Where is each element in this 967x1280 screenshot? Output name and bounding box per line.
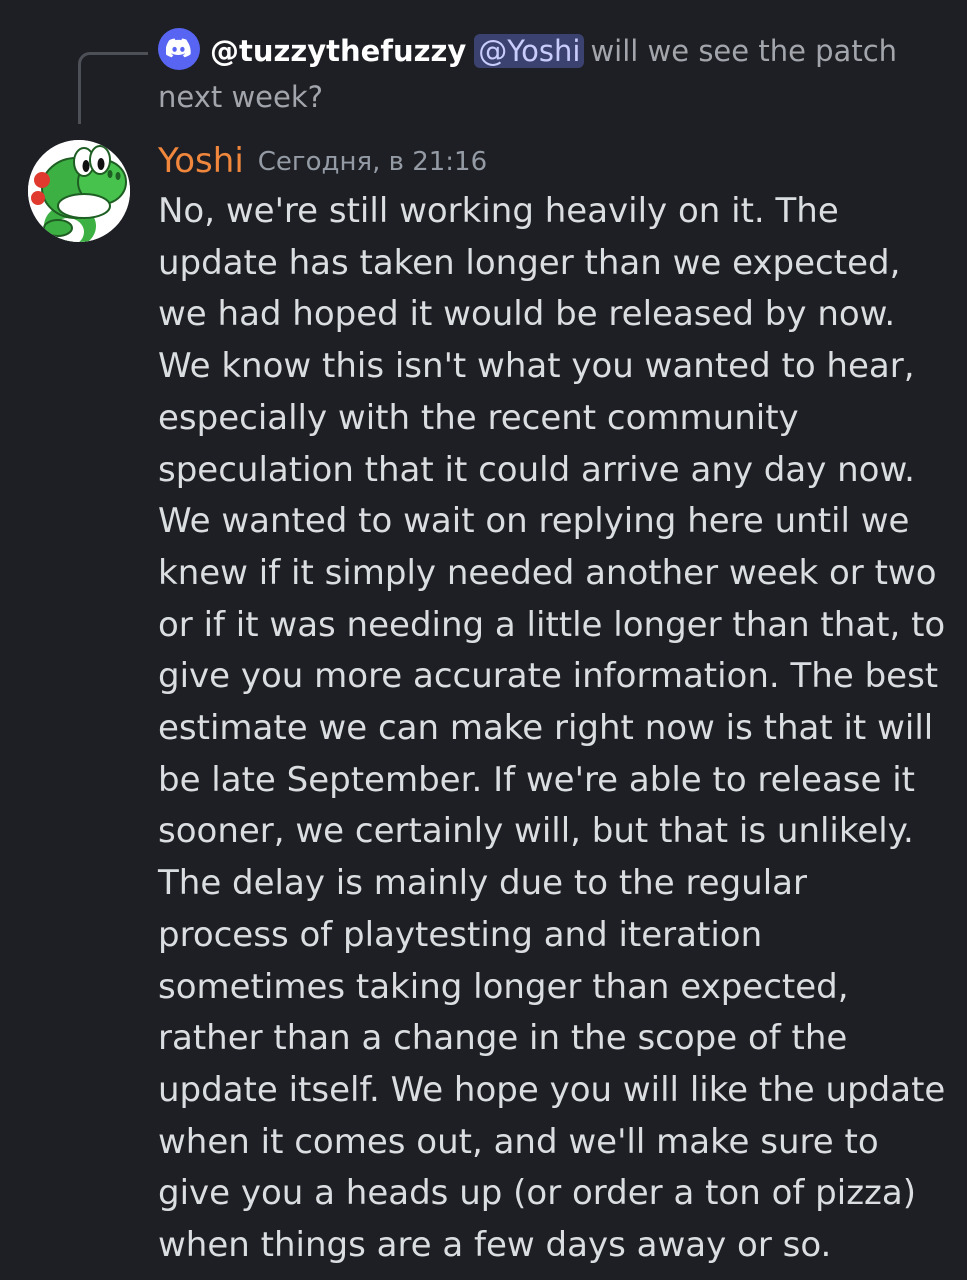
message-text: No, we're still working heavily on it. T… xyxy=(158,191,946,1266)
message-header: Yoshi Сегодня, в 21:16 xyxy=(158,136,487,186)
username[interactable]: Yoshi xyxy=(158,141,244,181)
timestamp: Сегодня, в 21:16 xyxy=(257,147,488,177)
discord-icon xyxy=(158,28,200,70)
reply-spine xyxy=(78,52,148,124)
reply-preview[interactable]: @tuzzythefuzzy @Yoshi will we see the patc… xyxy=(158,28,948,120)
reply-author[interactable]: @tuzzythefuzzy xyxy=(210,34,466,68)
mention[interactable]: @Yoshi xyxy=(474,34,585,68)
yoshi-avatar[interactable] xyxy=(28,140,130,242)
